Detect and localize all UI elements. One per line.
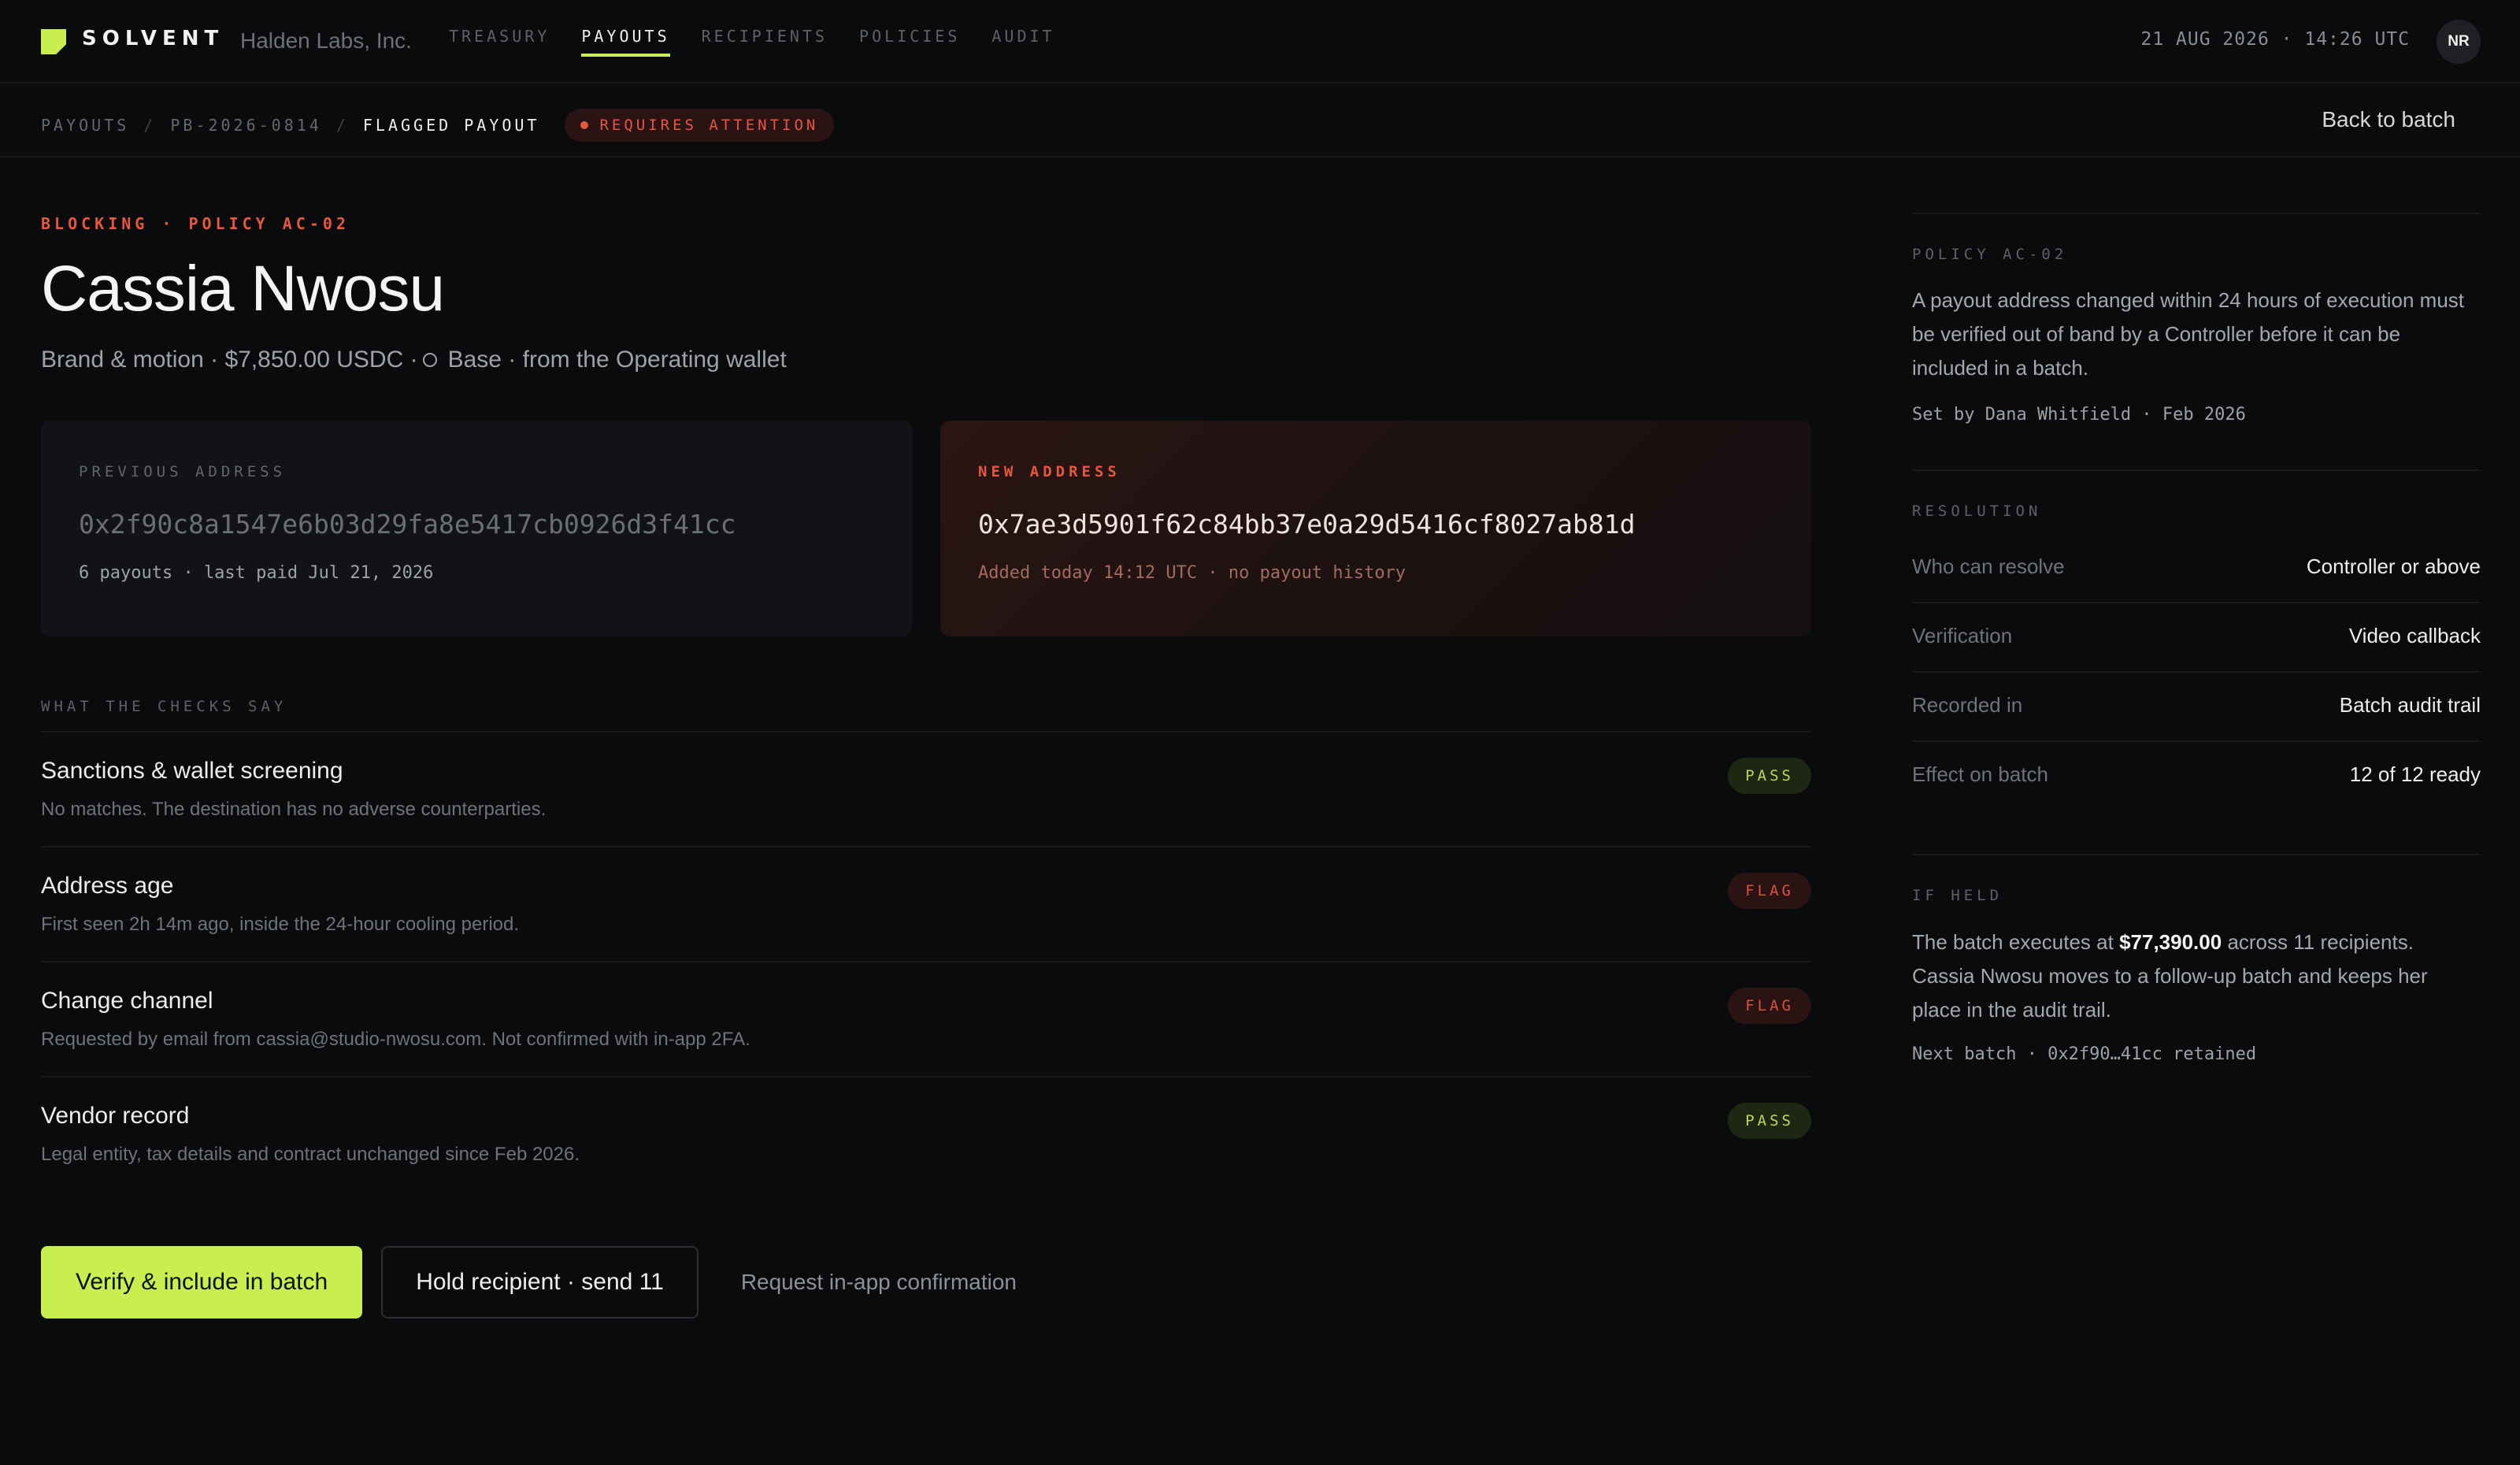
breadcrumb-separator: / [143,116,157,135]
check-description: First seen 2h 14m ago, inside the 24-hou… [41,914,520,935]
if-held-label: IF HELD [1912,887,2003,904]
breadcrumb-current: FLAGGED PAYOUT [362,116,540,135]
resolution-label: RESOLUTION [1912,503,2042,520]
clock-readout: 21 AUG 2026 · 14:26 UTC [2140,29,2410,50]
status-badge: REQUIRES ATTENTION [565,109,835,142]
nav-item-payouts[interactable]: PAYOUTS [581,27,670,57]
check-description: No matches. The destination has no adver… [41,799,547,820]
check-title: Sanctions & wallet screening [41,758,343,784]
check-description: Requested by email from cassia@studio-nw… [41,1029,750,1050]
resolution-value: Controller or above [2306,554,2481,578]
policy-label: POLICY AC-02 [1912,246,2068,263]
user-avatar[interactable]: NR [2437,20,2481,64]
resolution-row: Effect on batch 12 of 12 ready [1912,742,2481,811]
side-divider [1912,213,2481,214]
payout-summary: Brand & motion · $7,850.00 USDC · Base ·… [41,347,787,373]
nav-item-audit[interactable]: AUDIT [991,27,1054,57]
solvent-logo-icon[interactable] [41,29,66,54]
organization-name[interactable]: Halden Labs, Inc. [240,28,412,54]
new-address-label: NEW ADDRESS [978,463,1121,480]
check-title: Vendor record [41,1103,190,1129]
check-status-pass: PASS [1728,1103,1811,1139]
check-status-pass: PASS [1728,758,1811,794]
check-title: Change channel [41,988,213,1014]
side-divider [1912,854,2481,855]
check-status-flag: FLAG [1728,988,1811,1024]
check-row-address-age: Address age First seen 2h 14m ago, insid… [41,846,1811,961]
payout-summary-source: Base · from the Operating wallet [447,347,787,373]
action-bar: Verify & include in batch Hold recipient… [41,1246,1017,1318]
breadcrumb: PAYOUTS / PB-2026-0814 / FLAGGED PAYOUT … [41,109,835,142]
if-held-text: The batch executes at $77,390.00 across … [1912,925,2471,1027]
verify-include-button[interactable]: Verify & include in batch [41,1246,363,1318]
check-description: Legal entity, tax details and contract u… [41,1144,580,1165]
new-address-value: 0x7ae3d5901f62c84bb37e0a29d5416cf8027ab8… [978,509,1636,540]
check-status-flag: FLAG [1728,873,1811,909]
resolution-key: Recorded in [1912,693,2023,717]
check-row-change-channel: Change channel Requested by email from c… [41,961,1811,1076]
back-to-batch-link[interactable]: Back to batch [2322,107,2455,132]
request-confirmation-link[interactable]: Request in-app confirmation [741,1270,1017,1295]
previous-address-card: PREVIOUS ADDRESS 0x2f90c8a1547e6b03d29fa… [41,421,912,636]
resolution-key: Effect on batch [1912,762,2048,786]
base-network-icon [422,353,437,367]
alert-dot-icon [580,121,589,129]
resolution-value: 12 of 12 ready [2349,762,2481,786]
checks-section-label: WHAT THE CHECKS SAY [41,698,287,715]
breadcrumb-batch[interactable]: PB-2026-0814 [170,116,322,135]
hold-recipient-button[interactable]: Hold recipient · send 11 [381,1246,699,1318]
checks-list: Sanctions & wallet screening No matches.… [41,731,1811,1191]
previous-address-label: PREVIOUS ADDRESS [79,463,287,480]
resolution-key: Verification [1912,624,2013,647]
top-bar: SOLVENT Halden Labs, Inc. TREASURY PAYOU… [0,0,2520,83]
if-held-amount: $77,390.00 [2119,930,2222,954]
previous-address-meta: 6 payouts · last paid Jul 21, 2026 [79,563,434,583]
blocking-policy-eyebrow: BLOCKING · POLICY AC-02 [41,214,350,233]
policy-text: A payout address changed within 24 hours… [1912,288,2464,380]
check-row-sanctions: Sanctions & wallet screening No matches.… [41,731,1811,846]
previous-address-value: 0x2f90c8a1547e6b03d29fa8e5417cb0926d3f41… [79,509,736,540]
resolution-row: Verification Video callback [1912,603,2481,673]
nav-item-policies[interactable]: POLICIES [859,27,960,57]
main-nav: TREASURY PAYOUTS RECIPIENTS POLICIES AUD… [449,27,1087,57]
status-badge-label: REQUIRES ATTENTION [599,117,819,134]
resolution-key: Who can resolve [1912,554,2065,578]
breadcrumb-separator: / [335,116,349,135]
if-held-text-pre: The batch executes at [1912,930,2114,954]
side-divider [1912,469,2481,471]
nav-item-recipients[interactable]: RECIPIENTS [702,27,828,57]
new-address-meta: Added today 14:12 UTC · no payout histor… [978,563,1406,583]
payout-summary-amount: Brand & motion · $7,850.00 USDC · [41,347,418,373]
brand-name[interactable]: SOLVENT [82,27,224,50]
breadcrumb-bar: PAYOUTS / PB-2026-0814 / FLAGGED PAYOUT … [0,83,2520,158]
resolution-value: Video callback [2348,624,2481,647]
nav-item-treasury[interactable]: TREASURY [449,27,550,57]
page-title: Cassia Nwosu [41,253,445,325]
breadcrumb-payouts[interactable]: PAYOUTS [41,116,129,135]
check-title: Address age [41,873,174,899]
resolution-row: Recorded in Batch audit trail [1912,673,2481,742]
resolution-row: Who can resolve Controller or above [1912,534,2481,603]
if-held-meta: Next batch · 0x2f90…41cc retained [1912,1044,2257,1064]
check-row-vendor-record: Vendor record Legal entity, tax details … [41,1076,1811,1191]
policy-meta: Set by Dana Whitfield · Feb 2026 [1912,405,2246,425]
resolution-value: Batch audit trail [2339,693,2481,717]
new-address-card: NEW ADDRESS 0x7ae3d5901f62c84bb37e0a29d5… [940,421,1811,636]
